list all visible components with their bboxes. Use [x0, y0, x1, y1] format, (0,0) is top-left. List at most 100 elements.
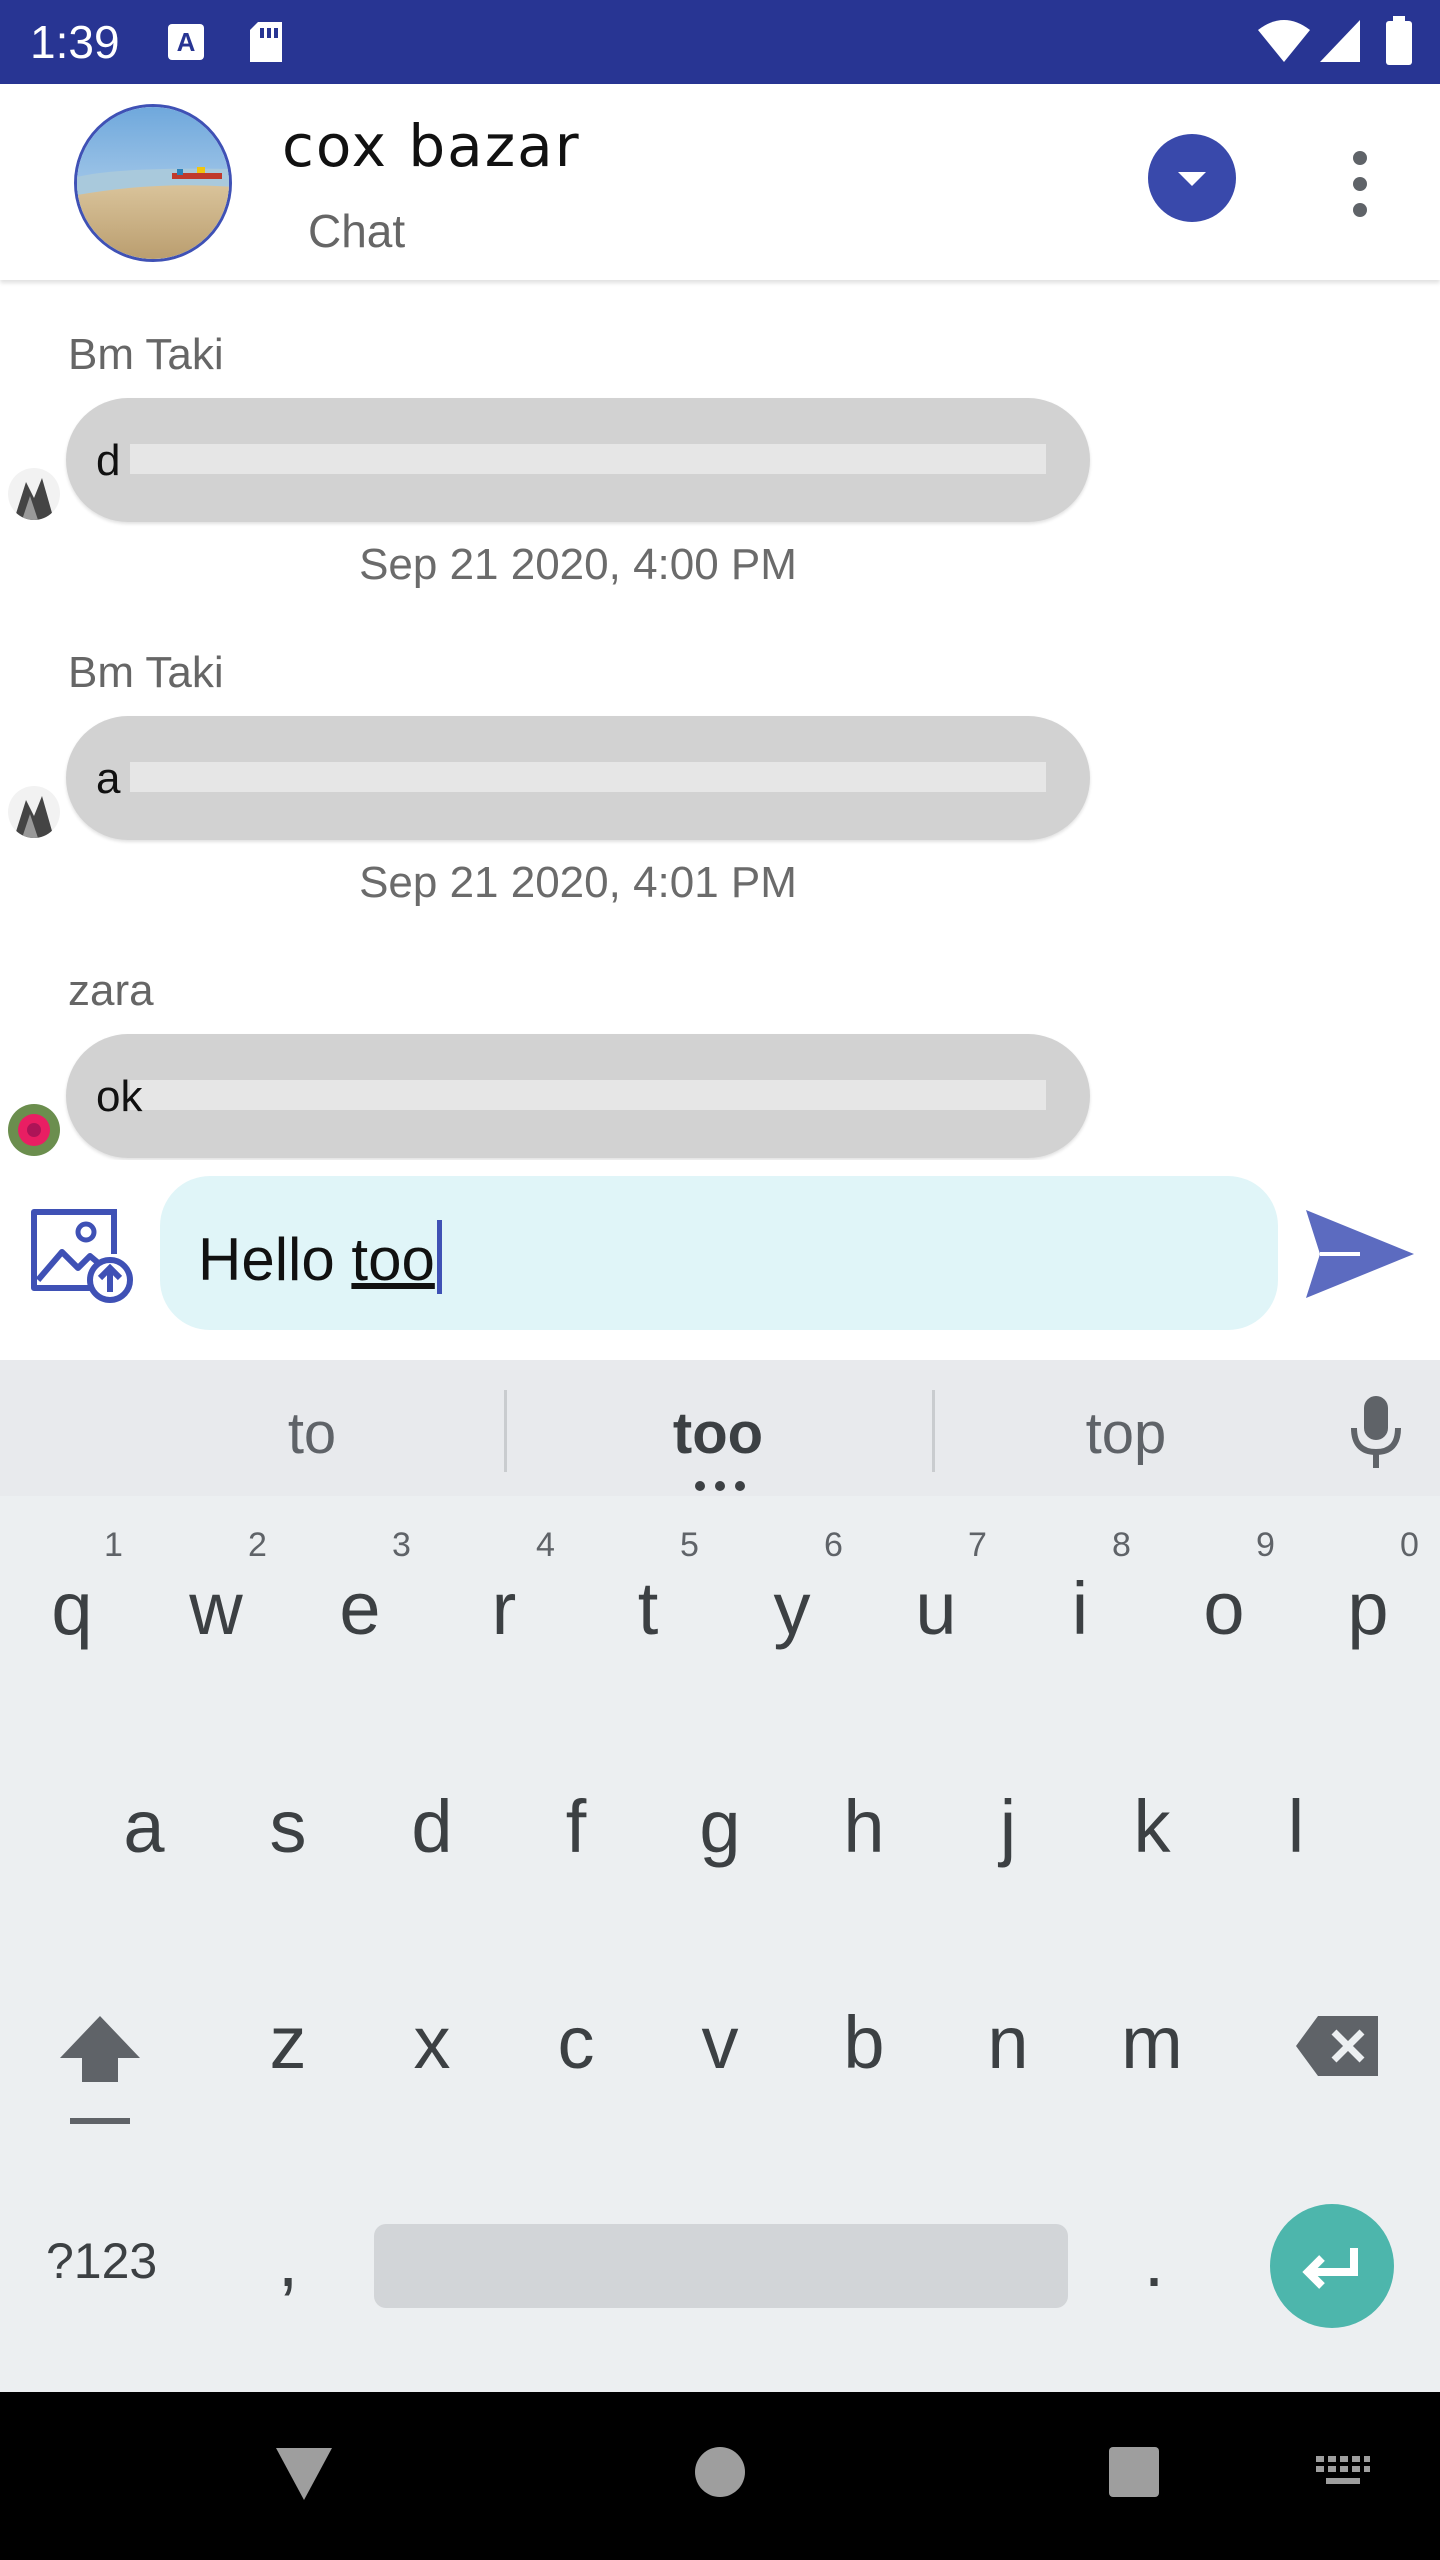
key-s[interactable]: s	[228, 1784, 348, 1869]
sd-card-icon	[250, 22, 282, 62]
key-h[interactable]: h	[804, 1784, 924, 1869]
message-text: d	[96, 436, 121, 485]
key-w[interactable]: w	[156, 1566, 276, 1651]
status-bar: 1:39 A	[0, 0, 1440, 84]
key-hint: 9	[1256, 1526, 1275, 1564]
key-o[interactable]: o	[1164, 1566, 1284, 1651]
suggestion-too[interactable]: too	[568, 1400, 868, 1467]
key-b[interactable]: b	[804, 2000, 924, 2085]
group-title: cox bazar	[282, 112, 581, 180]
enter-key[interactable]	[1270, 2204, 1394, 2328]
suggestion-to[interactable]: to	[162, 1400, 462, 1467]
key-hint: 7	[968, 1526, 987, 1564]
enter-icon	[1302, 2248, 1358, 2289]
key-hint: 2	[248, 1526, 267, 1564]
message-sender: Bm Taki	[68, 648, 224, 697]
key-i[interactable]: i	[1020, 1566, 1140, 1651]
key-hint: 3	[392, 1526, 411, 1564]
suggestion-top[interactable]: top	[976, 1400, 1276, 1467]
flower-avatar	[8, 1104, 60, 1156]
key-f[interactable]: f	[516, 1784, 636, 1869]
key-u[interactable]: u	[876, 1566, 996, 1651]
backspace-icon[interactable]	[1294, 2014, 1382, 2078]
send-button[interactable]	[1300, 1204, 1418, 1304]
message-text: a	[96, 754, 121, 803]
suggestion-divider	[504, 1390, 507, 1472]
key-e[interactable]: e	[300, 1566, 420, 1651]
key-hint: 8	[1112, 1526, 1131, 1564]
key-r[interactable]: r	[444, 1566, 564, 1651]
key-d[interactable]: d	[372, 1784, 492, 1869]
group-subtitle: Chat	[308, 205, 406, 257]
message-sender: zara	[68, 966, 154, 1015]
key-t[interactable]: t	[588, 1566, 708, 1651]
message-input[interactable]: Hello too	[160, 1176, 1278, 1330]
svg-text:A: A	[177, 27, 196, 57]
signal-icon	[1320, 20, 1360, 62]
sender-avatar[interactable]	[8, 786, 60, 838]
key-m[interactable]: m	[1092, 2000, 1212, 2085]
message-timestamp: Sep 21 2020, 4:00 PM	[359, 540, 797, 589]
more-vert-icon	[1353, 151, 1367, 217]
key-x[interactable]: x	[372, 2000, 492, 2085]
a-notification-icon: A	[168, 24, 204, 60]
status-time: 1:39	[30, 16, 120, 68]
text-cursor	[436, 1220, 442, 1294]
key-hint: 4	[536, 1526, 555, 1564]
key-hint: 6	[824, 1526, 843, 1564]
key-k[interactable]: k	[1092, 1784, 1212, 1869]
sender-avatar[interactable]	[8, 468, 60, 520]
input-text: Hello	[198, 1226, 352, 1293]
key-y[interactable]: y	[732, 1566, 852, 1651]
shift-icon[interactable]	[56, 2012, 144, 2128]
key-q[interactable]: q	[12, 1566, 132, 1651]
chevron-down-icon	[1178, 172, 1206, 186]
key-l[interactable]: l	[1236, 1784, 1356, 1869]
wifi-icon	[1258, 20, 1310, 62]
message-bubble[interactable]: ok	[66, 1034, 1090, 1158]
period-key[interactable]: .	[1094, 2218, 1214, 2303]
group-photo-beach	[77, 107, 229, 259]
more-suggestions-dots	[695, 1481, 745, 1491]
mic-icon[interactable]	[1346, 1394, 1406, 1470]
message-timestamp: Sep 21 2020, 4:01 PM	[359, 858, 797, 907]
comma-key[interactable]: ,	[228, 2218, 348, 2303]
battery-icon	[1386, 16, 1412, 65]
more-options-button[interactable]	[1340, 144, 1380, 224]
key-hint: 1	[104, 1526, 123, 1564]
app-bar: cox bazar Chat	[0, 84, 1440, 280]
bw-avatar	[8, 786, 60, 838]
key-z[interactable]: z	[228, 2000, 348, 2085]
keyboard-switch-icon[interactable]	[1314, 2454, 1372, 2490]
key-a[interactable]: a	[84, 1784, 204, 1869]
recents-square-icon[interactable]	[1108, 2446, 1160, 2498]
message-redaction-bar	[130, 444, 1046, 474]
group-avatar[interactable]	[74, 104, 232, 262]
key-hint: 0	[1400, 1526, 1419, 1564]
message-bubble[interactable]: a	[66, 716, 1090, 840]
key-v[interactable]: v	[660, 2000, 780, 2085]
home-circle-icon[interactable]	[694, 2446, 746, 2498]
key-j[interactable]: j	[948, 1784, 1068, 1869]
navigation-bar	[0, 2392, 1440, 2560]
space-key[interactable]	[374, 2224, 1068, 2308]
attach-image-button[interactable]	[26, 1204, 136, 1304]
suggestion-divider	[932, 1390, 935, 1472]
message-redaction-bar	[130, 762, 1046, 792]
message-sender: Bm Taki	[68, 330, 224, 379]
bw-avatar	[8, 468, 60, 520]
key-n[interactable]: n	[948, 2000, 1068, 2085]
sender-avatar[interactable]	[8, 1104, 60, 1156]
symbols-key[interactable]: ?123	[46, 2232, 157, 2290]
key-hint: 5	[680, 1526, 699, 1564]
message-bubble[interactable]: d	[66, 398, 1090, 522]
key-c[interactable]: c	[516, 2000, 636, 2085]
back-triangle-icon[interactable]	[274, 2446, 334, 2502]
image-upload-icon	[31, 1209, 133, 1303]
key-g[interactable]: g	[660, 1784, 780, 1869]
message-text: ok	[96, 1072, 143, 1121]
input-composing-word: too	[351, 1226, 435, 1293]
dropdown-button[interactable]	[1148, 134, 1236, 222]
message-redaction-bar	[130, 1080, 1046, 1110]
key-p[interactable]: p	[1308, 1566, 1428, 1651]
